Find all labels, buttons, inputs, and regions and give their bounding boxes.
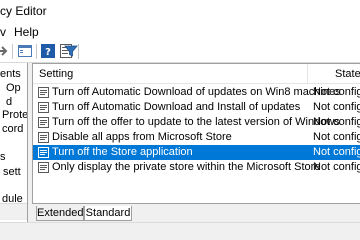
- title-bar: cy Editor: [0, 0, 360, 22]
- filter-icon[interactable]: [63, 43, 79, 59]
- workspace: ents Op d Prote cord s sett dule Setting…: [0, 63, 360, 240]
- toolbar: ?: [0, 41, 360, 63]
- tree-horizontal-scrollbar[interactable]: [0, 203, 27, 220]
- svg-text:?: ?: [45, 47, 51, 58]
- policy-state: Not configu: [313, 86, 360, 98]
- tree-item[interactable]: s: [0, 151, 6, 164]
- policy-state: Not configu: [313, 146, 360, 158]
- policy-state: Not configu: [313, 161, 360, 173]
- window-title: cy Editor: [0, 4, 47, 18]
- policy-setting-icon: [38, 117, 49, 128]
- tree-item[interactable]: sett: [3, 166, 21, 179]
- tree-item[interactable]: d: [6, 96, 12, 109]
- tree-item[interactable]: cord: [2, 123, 23, 136]
- toolbar-separator: [36, 44, 37, 59]
- policy-setting-icon: [38, 147, 49, 158]
- column-header-setting[interactable]: Setting: [39, 68, 73, 80]
- tree-pane: ents Op d Prote cord s sett dule: [0, 63, 28, 222]
- tree-item[interactable]: Op: [6, 82, 21, 95]
- policy-row[interactable]: Turn off Automatic Download and Install …: [33, 100, 360, 115]
- menu-bar: v Help: [0, 22, 360, 41]
- tree-item[interactable]: Prote: [2, 109, 27, 122]
- policy-name: Only display the private store within th…: [52, 161, 321, 173]
- policy-row[interactable]: Only display the private store within th…: [33, 160, 360, 175]
- policy-name: Turn off the Store application: [52, 146, 193, 158]
- policy-setting-icon: [38, 132, 49, 143]
- policy-state: Not configu: [313, 131, 360, 143]
- policy-state: Not configu: [313, 116, 360, 128]
- help-icon[interactable]: ?: [40, 43, 56, 59]
- show-hide-tree-icon[interactable]: [17, 43, 33, 59]
- column-header-state[interactable]: State: [335, 68, 360, 80]
- forward-icon[interactable]: [0, 43, 10, 59]
- policy-name: Turn off Automatic Download of updates o…: [52, 86, 341, 98]
- list-header: Setting State: [33, 64, 360, 84]
- menu-help[interactable]: Help: [14, 25, 39, 39]
- toolbar-separator: [12, 44, 13, 59]
- policy-state: Not configu: [313, 101, 360, 113]
- policy-name: Turn off Automatic Download and Install …: [52, 101, 301, 113]
- policy-setting-icon: [38, 87, 49, 98]
- policy-setting-icon: [38, 102, 49, 113]
- status-bar: [0, 222, 360, 240]
- tab-extended[interactable]: Extended: [36, 206, 84, 221]
- policy-name: Turn off the offer to update to the late…: [52, 116, 340, 128]
- policy-row[interactable]: Turn off the Store application Not config…: [33, 145, 360, 160]
- policy-name: Disable all apps from Microsoft Store: [52, 131, 232, 143]
- policy-row[interactable]: Turn off Automatic Download of updates o…: [33, 85, 360, 100]
- policy-row[interactable]: Disable all apps from Microsoft Store Not…: [33, 130, 360, 145]
- policy-row[interactable]: Turn off the offer to update to the late…: [33, 115, 360, 130]
- settings-list: Setting State Turn off Automatic Downloa…: [32, 63, 360, 204]
- menu-view[interactable]: v: [0, 25, 6, 39]
- tree-item[interactable]: ents: [0, 68, 21, 81]
- tab-standard[interactable]: Standard: [84, 206, 132, 221]
- view-tabs: Extended Standard: [32, 206, 360, 222]
- policy-setting-icon: [38, 162, 49, 173]
- column-divider[interactable]: [307, 64, 308, 84]
